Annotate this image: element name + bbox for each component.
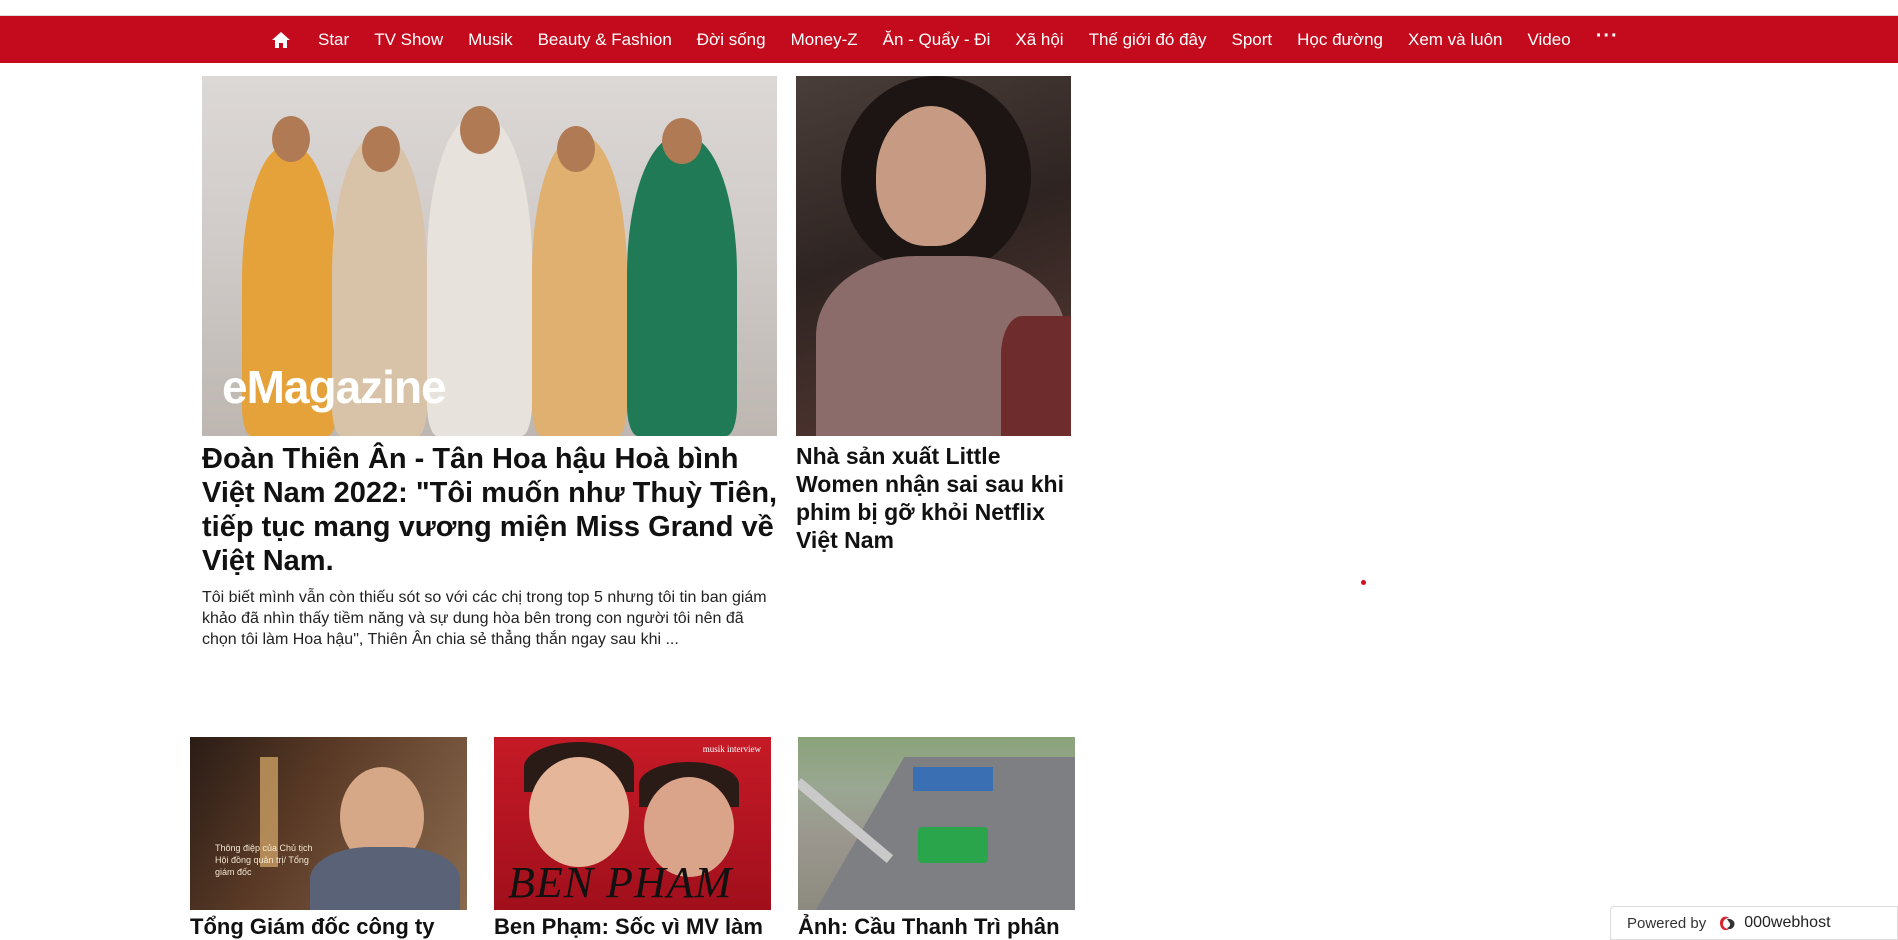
musik-interview-tag: musik interview: [702, 744, 761, 754]
card-image-ben-pham[interactable]: musik interview BEN PHAM: [494, 737, 771, 910]
powered-by-badge[interactable]: Powered by 000webhost: [1610, 906, 1898, 940]
nav-item-video[interactable]: Video: [1528, 30, 1571, 50]
home-icon[interactable]: [270, 29, 292, 51]
card-title-bridge[interactable]: Ảnh: Cầu Thanh Trì phân: [798, 914, 1083, 940]
card-title-ben-pham[interactable]: Ben Phạm: Sốc vì MV làm: [494, 914, 779, 940]
nav-item-tv-show[interactable]: TV Show: [374, 30, 443, 50]
nav-item-an-quay-di[interactable]: Ăn - Quẩy - Đi: [883, 30, 991, 50]
webhost-brand: 000webhost: [1744, 914, 1831, 931]
emagazine-label: eMagazine: [222, 361, 447, 413]
main-navbar: Star TV Show Musik Beauty & Fashion Đời …: [0, 16, 1898, 63]
side-article-title[interactable]: Nhà sản xuất Little Women nhận sai sau k…: [796, 442, 1066, 554]
nav-item-doi-song[interactable]: Đời sống: [697, 30, 766, 50]
nav-item-the-gioi[interactable]: Thế giới đó đây: [1089, 30, 1207, 50]
more-menu-icon[interactable]: ···: [1596, 25, 1619, 48]
lead-article-description: Tôi biết mình vẫn còn thiếu sót so với c…: [202, 589, 767, 648]
nav-item-xa-hoi[interactable]: Xã hội: [1015, 30, 1063, 50]
ben-pham-wordmark: BEN PHAM: [508, 858, 733, 907]
card-image-bridge[interactable]: [798, 737, 1075, 910]
lead-article-image[interactable]: eMagazine: [202, 76, 777, 436]
card-title-ceo[interactable]: Tổng Giám đốc công ty: [190, 914, 475, 940]
side-article-image[interactable]: [796, 76, 1071, 436]
nav-item-star[interactable]: Star: [318, 30, 349, 50]
nav-item-beauty-fashion[interactable]: Beauty & Fashion: [538, 30, 672, 50]
nav-item-xem-va-luon[interactable]: Xem và luôn: [1408, 30, 1503, 50]
lead-article-title[interactable]: Đoàn Thiên Ân - Tân Hoa hậu Hoà bình Việ…: [202, 442, 782, 578]
webhost-logo-icon: [1716, 913, 1738, 933]
powered-by-label: Powered by: [1627, 914, 1707, 932]
nav-item-hoc-duong[interactable]: Học đường: [1297, 30, 1383, 50]
nav-item-money-z[interactable]: Money-Z: [791, 30, 858, 50]
top-strip: [0, 0, 1898, 16]
card-image-ceo[interactable]: Thông điệp của Chủ tịch Hội đồng quản tr…: [190, 737, 467, 910]
card-image-caption: Thông điệp của Chủ tịch Hội đồng quản tr…: [215, 843, 313, 877]
nav-item-sport[interactable]: Sport: [1232, 30, 1273, 50]
nav-item-musik[interactable]: Musik: [468, 30, 512, 50]
loading-dot: [1361, 580, 1366, 585]
